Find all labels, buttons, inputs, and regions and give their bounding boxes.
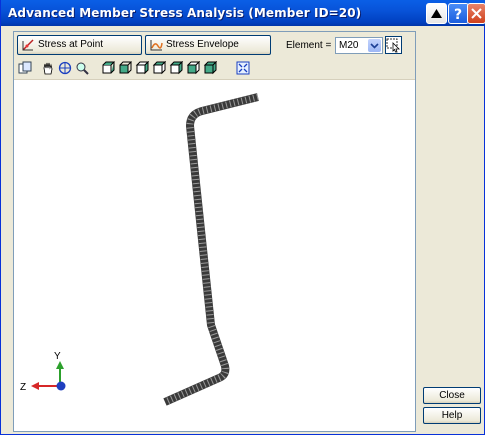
view-top-icon[interactable] <box>169 61 183 75</box>
view-toolbar <box>14 58 415 80</box>
dialog-window: Advanced Member Stress Analysis (Member … <box>0 0 485 435</box>
stress-envelope-button[interactable]: Stress Envelope <box>145 35 271 55</box>
help-button[interactable]: Help <box>423 407 481 424</box>
pin-button[interactable] <box>426 3 447 24</box>
pick-element-button[interactable] <box>385 36 402 54</box>
stress-envelope-icon <box>150 40 163 51</box>
chevron-down-icon[interactable] <box>368 39 381 52</box>
question-icon: ? <box>454 7 462 23</box>
view-bottom-icon[interactable] <box>186 61 200 75</box>
x-axis-dot <box>56 381 66 391</box>
view-left-icon[interactable] <box>135 61 149 75</box>
model-canvas[interactable]: Y Z <box>14 80 415 431</box>
top-controls: Stress at Point Stress Envelope Element … <box>14 32 415 58</box>
member-mesh <box>163 93 259 406</box>
stress-at-point-label: Stress at Point <box>38 39 104 50</box>
view-back-icon[interactable] <box>118 61 132 75</box>
y-axis-label: Y <box>54 351 61 362</box>
element-value: M20 <box>339 40 359 51</box>
member-view: Y Z <box>20 93 259 406</box>
triangle-up-icon <box>431 9 442 18</box>
pick-icon <box>386 38 400 53</box>
stress-point-icon <box>22 39 34 51</box>
close-icon <box>471 8 482 19</box>
z-axis-arrow <box>31 382 39 390</box>
member-mesh-lines <box>163 93 259 406</box>
axis-triad: Y Z <box>20 351 66 393</box>
window-title: Advanced Member Stress Analysis (Member … <box>8 6 362 20</box>
side-panel: Close Help <box>419 31 485 432</box>
close-button[interactable]: Close <box>423 387 481 404</box>
analysis-panel: Stress at Point Stress Envelope Element … <box>13 31 416 432</box>
element-label: Element = <box>286 40 332 51</box>
svg-text:?: ? <box>454 7 462 23</box>
zoom-icon[interactable] <box>75 61 89 75</box>
fit-icon[interactable] <box>236 61 250 75</box>
y-axis-arrow <box>56 361 64 369</box>
z-axis-label: Z <box>20 382 26 393</box>
stress-envelope-label: Stress Envelope <box>166 39 239 50</box>
copy-icon[interactable] <box>18 61 32 75</box>
help-title-button[interactable]: ? <box>448 3 469 24</box>
view-iso-icon[interactable] <box>203 61 217 75</box>
element-select[interactable]: M20 <box>335 37 383 54</box>
rotate-icon[interactable] <box>58 61 72 75</box>
view-front-icon[interactable] <box>101 61 115 75</box>
title-bar[interactable]: Advanced Member Stress Analysis (Member … <box>1 0 485 26</box>
view-right-icon[interactable] <box>152 61 166 75</box>
close-title-button[interactable] <box>467 3 485 24</box>
stress-at-point-button[interactable]: Stress at Point <box>17 35 142 55</box>
pan-icon[interactable] <box>41 61 55 75</box>
